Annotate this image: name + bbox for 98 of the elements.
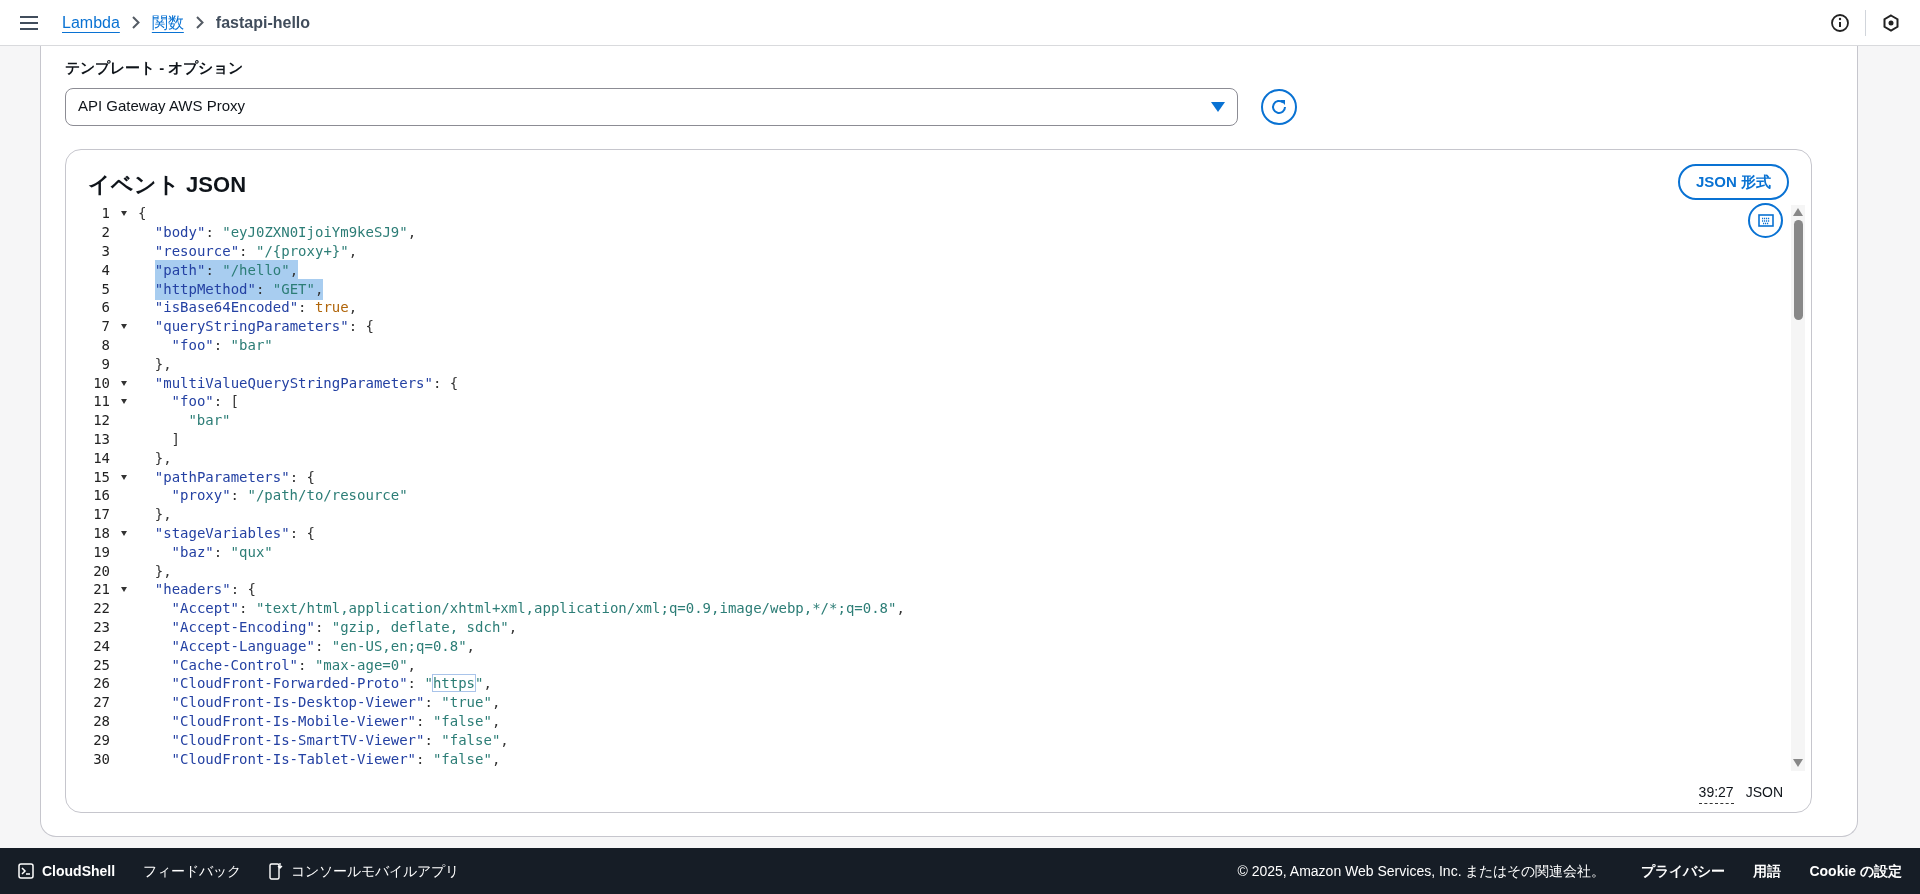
line-number: 22	[92, 599, 110, 619]
fold-triangle-icon[interactable]	[121, 474, 127, 480]
scroll-down-icon[interactable]	[1793, 758, 1803, 767]
keyboard-icon	[1757, 213, 1774, 227]
line-number: 13	[92, 429, 110, 449]
line-number: 26	[92, 674, 110, 694]
code-line: },	[154, 505, 172, 525]
code-line: "foo": [	[171, 392, 240, 412]
caret-down-icon	[1211, 101, 1225, 112]
fold-triangle-icon[interactable]	[121, 211, 127, 217]
line-number: 12	[92, 411, 110, 431]
code-line: "resource": "/{proxy+}",	[154, 242, 358, 261]
line-number: 5	[100, 279, 110, 299]
code-line: "Accept-Encoding": "gzip, deflate, sdch",	[171, 617, 518, 637]
scrollbar[interactable]	[1791, 204, 1805, 771]
breadcrumb-link[interactable]: Lambda	[62, 10, 120, 35]
field-label: テンプレート - オプション	[65, 58, 245, 78]
fold-triangle-icon[interactable]	[121, 380, 127, 386]
info-icon[interactable]	[1831, 13, 1849, 32]
line-number: 4	[100, 260, 110, 280]
breadcrumb-current: fastapi-hello	[215, 12, 311, 33]
code-line: "bar"	[188, 411, 231, 431]
chevron-right-icon	[195, 16, 204, 29]
line-number: 3	[100, 242, 110, 261]
format-button[interactable]: JSON 形式	[1678, 164, 1789, 200]
footer-link[interactable]: Cookie の設定	[1809, 860, 1902, 882]
code-line: "body": "eyJ0ZXN0IjoiYm9keSJ9",	[154, 223, 417, 243]
line-number: 9	[100, 354, 110, 374]
footer-link[interactable]: フィードバック	[143, 860, 242, 882]
line-number: 1	[100, 204, 110, 224]
code-line: {	[138, 204, 147, 224]
template-select[interactable]: API Gateway AWS Proxy	[65, 87, 1238, 126]
fold-triangle-icon[interactable]	[121, 530, 127, 536]
footer-link[interactable]: CloudShell	[18, 860, 116, 882]
line-number: 20	[92, 561, 110, 581]
terminal-icon	[18, 863, 34, 879]
refresh-icon	[1270, 97, 1288, 116]
line-number: 18	[92, 523, 110, 543]
line-number: 25	[92, 655, 110, 675]
fold-triangle-icon[interactable]	[121, 587, 127, 593]
footer-link[interactable]: コンソールモバイルアプリ	[269, 860, 460, 882]
line-number: 10	[92, 373, 110, 393]
code-line: "pathParameters": {	[154, 467, 315, 487]
footer-link[interactable]: プライバシー	[1641, 860, 1726, 882]
code-line: },	[154, 448, 172, 468]
code-line: "CloudFront-Forwarded-Proto": "https",	[171, 674, 492, 694]
menu-icon[interactable]	[20, 15, 38, 30]
code-line: ]	[171, 429, 181, 449]
line-number: 17	[92, 505, 110, 525]
fold-triangle-icon[interactable]	[121, 324, 127, 330]
panel-title: イベント JSON	[88, 170, 247, 199]
code-line: "CloudFront-Is-Mobile-Viewer": "false",	[171, 711, 501, 731]
code-line: },	[154, 354, 172, 374]
line-number: 11	[92, 392, 110, 412]
code-line: "headers": {	[154, 580, 256, 600]
refresh-button[interactable]	[1261, 88, 1297, 125]
hexagon-icon[interactable]	[1882, 13, 1900, 32]
line-number: 16	[92, 486, 110, 506]
line-number: 2	[100, 223, 110, 243]
code-line: "baz": "qux"	[171, 542, 273, 562]
line-number: 19	[92, 542, 110, 562]
scroll-up-icon[interactable]	[1793, 207, 1803, 216]
line-number: 15	[92, 467, 110, 487]
code-line: "proxy": "/path/to/resource"	[171, 486, 408, 506]
code-line: "stageVariables": {	[154, 523, 315, 543]
code-line: "queryStringParameters": {	[154, 317, 374, 337]
code-line: "multiValueQueryStringParameters": {	[154, 373, 459, 393]
code-line: "isBase64Encoded": true,	[154, 298, 358, 318]
code-line: "Cache-Control": "max-age=0",	[171, 655, 417, 675]
chevron-right-icon	[131, 16, 140, 29]
code-line: "CloudFront-Is-Desktop-Viewer": "true",	[171, 693, 501, 713]
line-number: 29	[92, 730, 110, 750]
fold-triangle-icon[interactable]	[121, 399, 127, 405]
code-line: "Accept": "text/html,application/xhtml+xml,application/xml;q=0.9,image/webp,*/*;q=0.8",	[171, 599, 905, 619]
line-number: 6	[100, 298, 110, 318]
line-number: 30	[92, 749, 110, 769]
line-number: 28	[92, 711, 110, 731]
code-line: "foo": "bar"	[171, 336, 273, 355]
line-number: 27	[92, 693, 110, 713]
cursor-position[interactable]: 39:27	[1698, 781, 1734, 804]
code-line: "Accept-Language": "en-US,en;q=0.8",	[171, 636, 476, 656]
matched-text: https	[432, 675, 476, 692]
footer-link[interactable]: 用語	[1753, 860, 1782, 882]
phone-download-icon	[269, 862, 284, 880]
line-number: 8	[100, 336, 110, 355]
line-number: 21	[92, 580, 110, 600]
line-number: 24	[92, 636, 110, 656]
code-line: },	[154, 561, 172, 581]
keyboard-button[interactable]	[1748, 202, 1783, 238]
language-mode: JSON	[1745, 782, 1783, 802]
breadcrumb-link[interactable]: 関数	[151, 10, 184, 35]
scrollbar-thumb[interactable]	[1793, 219, 1803, 320]
line-number: 23	[92, 617, 110, 637]
copyright-text: © 2025, Amazon Web Services, Inc. またはその関連会社。	[1237, 861, 1606, 881]
code-line: "CloudFront-Is-Tablet-Viewer": "false",	[171, 749, 501, 769]
line-number: 14	[92, 448, 110, 468]
code-line: "CloudFront-Is-SmartTV-Viewer": "false",	[171, 730, 509, 750]
line-number: 7	[100, 317, 110, 337]
